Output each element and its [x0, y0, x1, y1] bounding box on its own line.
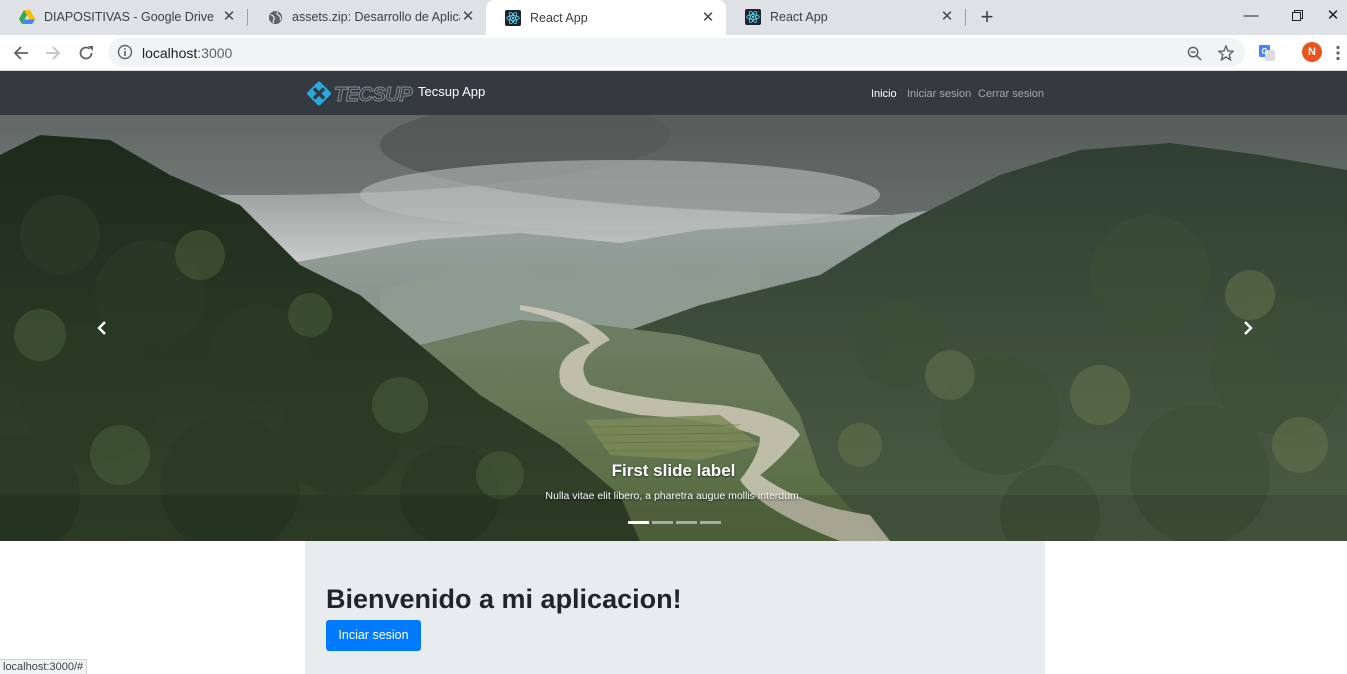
url-text: localhost:3000	[142, 45, 232, 61]
svg-text:TECSUP: TECSUP	[334, 84, 413, 106]
back-arrow-icon[interactable]	[8, 40, 34, 66]
restore-icon[interactable]	[1274, 2, 1320, 30]
tecsup-logo[interactable]: TECSUP	[306, 80, 418, 107]
carousel-indicator[interactable]	[700, 521, 721, 524]
profile-avatar[interactable]: N	[1302, 42, 1322, 62]
zoom-icon[interactable]	[1184, 43, 1204, 63]
svg-text:G: G	[1262, 47, 1268, 56]
tab-assets-zip[interactable]: assets.zip: Desarrollo de Aplicacio ✕	[248, 0, 486, 34]
jumbotron: Bienvenido a mi aplicacion! Inciar sesio…	[305, 541, 1045, 674]
bookmark-star-icon[interactable]	[1216, 43, 1236, 63]
browser-toolbar: localhost:3000 G	[0, 35, 1347, 71]
google-translate-icon[interactable]: G	[1254, 40, 1280, 66]
tab-title: assets.zip: Desarrollo de Aplicacio	[292, 10, 460, 24]
minimize-icon[interactable]: —	[1228, 2, 1274, 30]
carousel: First slide label Nulla vitae elit liber…	[0, 115, 1347, 541]
window-close-icon[interactable]: ✕	[1319, 2, 1347, 30]
tab-title: React App	[770, 10, 828, 24]
close-icon[interactable]: ✕	[221, 9, 237, 25]
carousel-next-chevron-icon[interactable]	[1238, 318, 1258, 338]
navbar-brand[interactable]: Tecsup App	[418, 84, 485, 99]
nav-link-cerrar-sesion[interactable]: Cerrar sesion	[978, 88, 1044, 100]
login-button[interactable]: Inciar sesion	[326, 620, 421, 651]
close-icon[interactable]: ✕	[939, 9, 955, 25]
status-url-bubble: localhost:3000/#	[0, 659, 88, 674]
close-icon[interactable]: ✕	[460, 9, 476, 25]
new-tab-plus-icon[interactable]: +	[976, 6, 998, 28]
close-icon[interactable]: ✕	[700, 9, 716, 26]
tab-react-app[interactable]: React App ✕	[726, 0, 965, 34]
carousel-caption-text: Nulla vitae elit libero, a pharetra augu…	[545, 490, 802, 502]
app-navbar: TECSUP Tecsup App Inicio Iniciar sesion …	[0, 71, 1347, 115]
tab-title: React App	[530, 10, 588, 25]
google-drive-icon	[19, 9, 35, 25]
url-port: :3000	[197, 45, 233, 61]
tab-google-drive[interactable]: DIAPOSITIVAS - Google Drive ✕	[0, 0, 247, 34]
carousel-indicator[interactable]	[676, 521, 697, 524]
more-menu-icon[interactable]	[1331, 40, 1345, 66]
carousel-indicator[interactable]	[628, 521, 649, 524]
nav-link-inicio[interactable]: Inicio	[871, 88, 897, 100]
carousel-indicators	[628, 521, 721, 524]
carousel-caption-title: First slide label	[611, 461, 736, 480]
tab-title: DIAPOSITIVAS - Google Drive	[44, 10, 214, 24]
reload-icon[interactable]	[73, 40, 99, 66]
nav-link-iniciar-sesion[interactable]: Iniciar sesion	[907, 88, 971, 100]
tab-separator	[965, 9, 966, 26]
forward-arrow-icon[interactable]	[40, 40, 66, 66]
info-icon[interactable]	[117, 44, 133, 60]
address-bar[interactable]: localhost:3000	[108, 38, 1245, 67]
react-icon	[505, 9, 521, 26]
browser-tab-strip: DIAPOSITIVAS - Google Drive ✕ assets.zip…	[0, 0, 1347, 35]
globe-icon	[267, 9, 283, 25]
tab-react-app-active[interactable]: React App ✕	[486, 0, 726, 35]
carousel-indicator[interactable]	[652, 521, 673, 524]
carousel-prev-chevron-icon[interactable]	[92, 318, 112, 338]
welcome-heading: Bienvenido a mi aplicacion!	[326, 584, 682, 614]
react-icon	[745, 9, 761, 25]
url-host: localhost	[142, 45, 198, 61]
